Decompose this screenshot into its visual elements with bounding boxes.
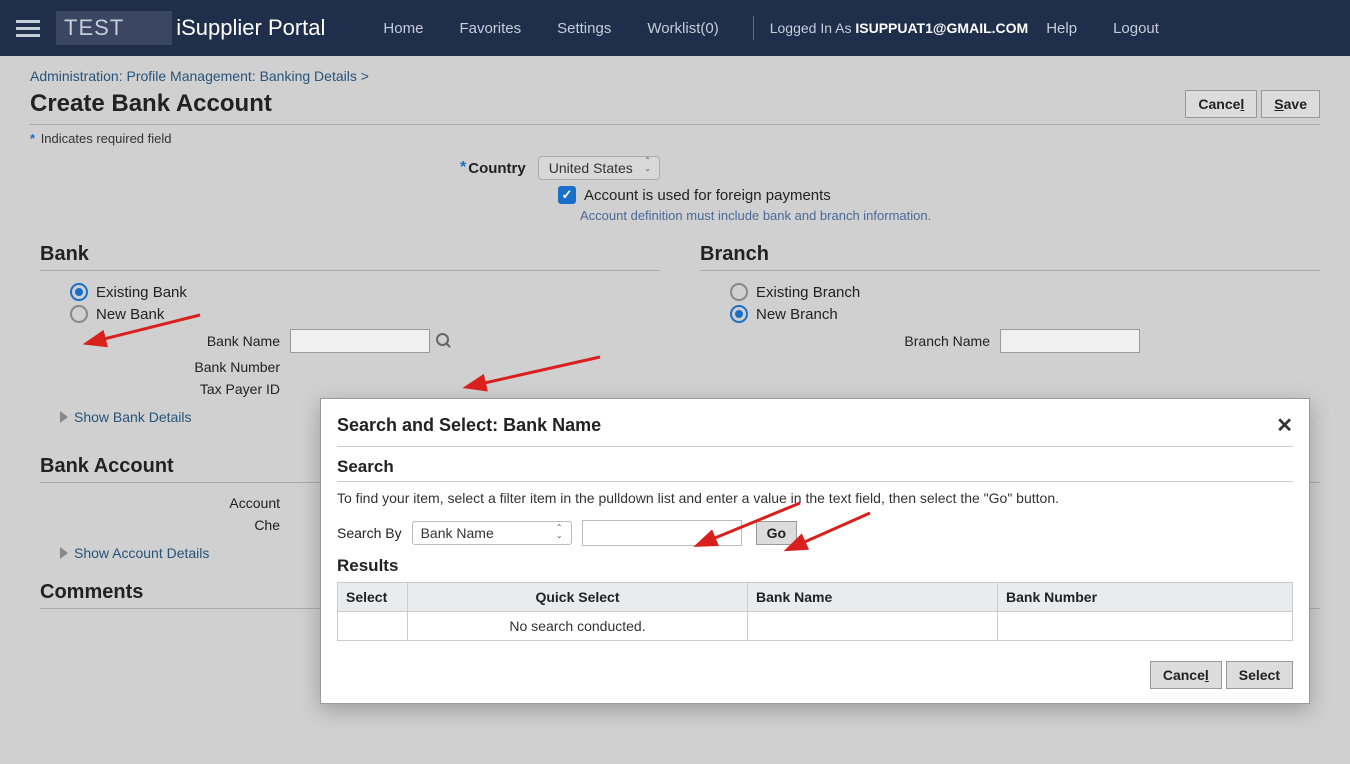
new-branch-radio-row[interactable]: New Branch — [730, 305, 1320, 323]
nav-home[interactable]: Home — [383, 20, 423, 37]
logged-in-user: ISUPPUAT1@GMAIL.COM — [855, 20, 1028, 36]
breadcrumb-separator: > — [361, 68, 369, 84]
branch-heading: Branch — [700, 243, 1320, 271]
table-row: No search conducted. — [338, 612, 1293, 641]
modal-cancel-button[interactable]: Cancel — [1150, 661, 1222, 689]
hamburger-menu-icon[interactable] — [16, 20, 40, 37]
breadcrumb-profile-management[interactable]: Profile Management: — [126, 68, 255, 84]
cell-no-results: No search conducted. — [408, 612, 748, 641]
country-label: Country — [468, 160, 526, 177]
existing-bank-radio[interactable] — [70, 283, 88, 301]
cell-bank-name — [748, 612, 998, 641]
new-bank-radio[interactable] — [70, 305, 88, 323]
modal-rule — [337, 481, 1293, 482]
breadcrumb-banking-details[interactable]: Banking Details — [260, 68, 357, 84]
col-select: Select — [338, 583, 408, 612]
branch-name-input[interactable] — [1000, 329, 1140, 353]
modal-title: Search and Select: Bank Name — [337, 415, 1276, 436]
bank-number-label: Bank Number — [100, 359, 280, 375]
existing-bank-label: Existing Bank — [96, 284, 187, 301]
show-account-details-text: Show Account Details — [74, 545, 209, 561]
existing-branch-radio-row[interactable]: Existing Branch — [730, 283, 1320, 301]
nav-divider — [753, 16, 754, 40]
nav-favorites[interactable]: Favorites — [459, 20, 521, 37]
required-note-text: Indicates required field — [41, 131, 172, 146]
new-bank-label: New Bank — [96, 306, 164, 323]
account-row-label: Account — [100, 495, 280, 511]
logged-in-prefix: Logged In As — [770, 20, 856, 36]
environment-badge: TEST — [56, 11, 172, 45]
check-row-label: Che — [100, 517, 280, 533]
foreign-payments-checkbox[interactable]: ✓ — [558, 186, 576, 204]
search-by-label: Search By — [337, 525, 402, 541]
modal-search-heading: Search — [337, 457, 1293, 477]
bank-name-label: Bank Name — [100, 333, 280, 349]
foreign-payments-label: Account is used for foreign payments — [584, 187, 831, 204]
col-bank-number: Bank Number — [998, 583, 1293, 612]
branch-name-label: Branch Name — [760, 333, 990, 349]
required-star-icon: * — [460, 159, 466, 177]
nav-settings[interactable]: Settings — [557, 20, 611, 37]
bank-name-search-icon[interactable] — [436, 333, 452, 349]
existing-bank-radio-row[interactable]: Existing Bank — [70, 283, 660, 301]
new-bank-radio-row[interactable]: New Bank — [70, 305, 660, 323]
existing-branch-label: Existing Branch — [756, 284, 860, 301]
existing-branch-radio[interactable] — [730, 283, 748, 301]
save-button[interactable]: Save — [1261, 90, 1320, 118]
cancel-button[interactable]: Cancel — [1185, 90, 1257, 118]
required-star-icon: * — [30, 131, 35, 146]
cell-bank-number — [998, 612, 1293, 641]
cell-select — [338, 612, 408, 641]
modal-select-button[interactable]: Select — [1226, 661, 1293, 689]
portal-title: iSupplier Portal — [176, 15, 325, 41]
nav-help[interactable]: Help — [1046, 20, 1077, 37]
top-navbar: TEST iSupplier Portal Home Favorites Set… — [0, 0, 1350, 56]
modal-instructions: To find your item, select a filter item … — [337, 490, 1293, 506]
search-value-input[interactable] — [582, 520, 742, 546]
breadcrumb-administration[interactable]: Administration: — [30, 68, 123, 84]
bank-heading: Bank — [40, 243, 660, 271]
tax-payer-id-label: Tax Payer ID — [100, 381, 280, 397]
nav-worklist[interactable]: Worklist(0) — [647, 20, 718, 37]
col-bank-name: Bank Name — [748, 583, 998, 612]
breadcrumb: Administration: Profile Management: Bank… — [30, 68, 1320, 84]
logged-in-text: Logged In As ISUPPUAT1@GMAIL.COM — [770, 20, 1028, 36]
foreign-payments-helper: Account definition must include bank and… — [40, 208, 1320, 223]
go-button[interactable]: Go — [756, 521, 797, 545]
page-title: Create Bank Account — [30, 90, 1181, 118]
required-field-note: * Indicates required field — [30, 131, 1320, 146]
country-select[interactable]: United States — [538, 156, 660, 180]
new-branch-radio[interactable] — [730, 305, 748, 323]
modal-close-icon[interactable]: ✕ — [1276, 413, 1293, 438]
results-heading: Results — [337, 556, 1293, 576]
page-title-row: Create Bank Account Cancel Save — [30, 90, 1320, 125]
search-select-modal: Search and Select: Bank Name ✕ Search To… — [320, 398, 1310, 704]
nav-logout[interactable]: Logout — [1113, 20, 1159, 37]
col-quick-select: Quick Select — [408, 583, 748, 612]
search-by-select[interactable]: Bank Name — [412, 521, 572, 545]
bank-name-input[interactable] — [290, 329, 430, 353]
new-branch-label: New Branch — [756, 306, 838, 323]
results-table: Select Quick Select Bank Name Bank Numbe… — [337, 582, 1293, 641]
show-bank-details-text: Show Bank Details — [74, 409, 192, 425]
